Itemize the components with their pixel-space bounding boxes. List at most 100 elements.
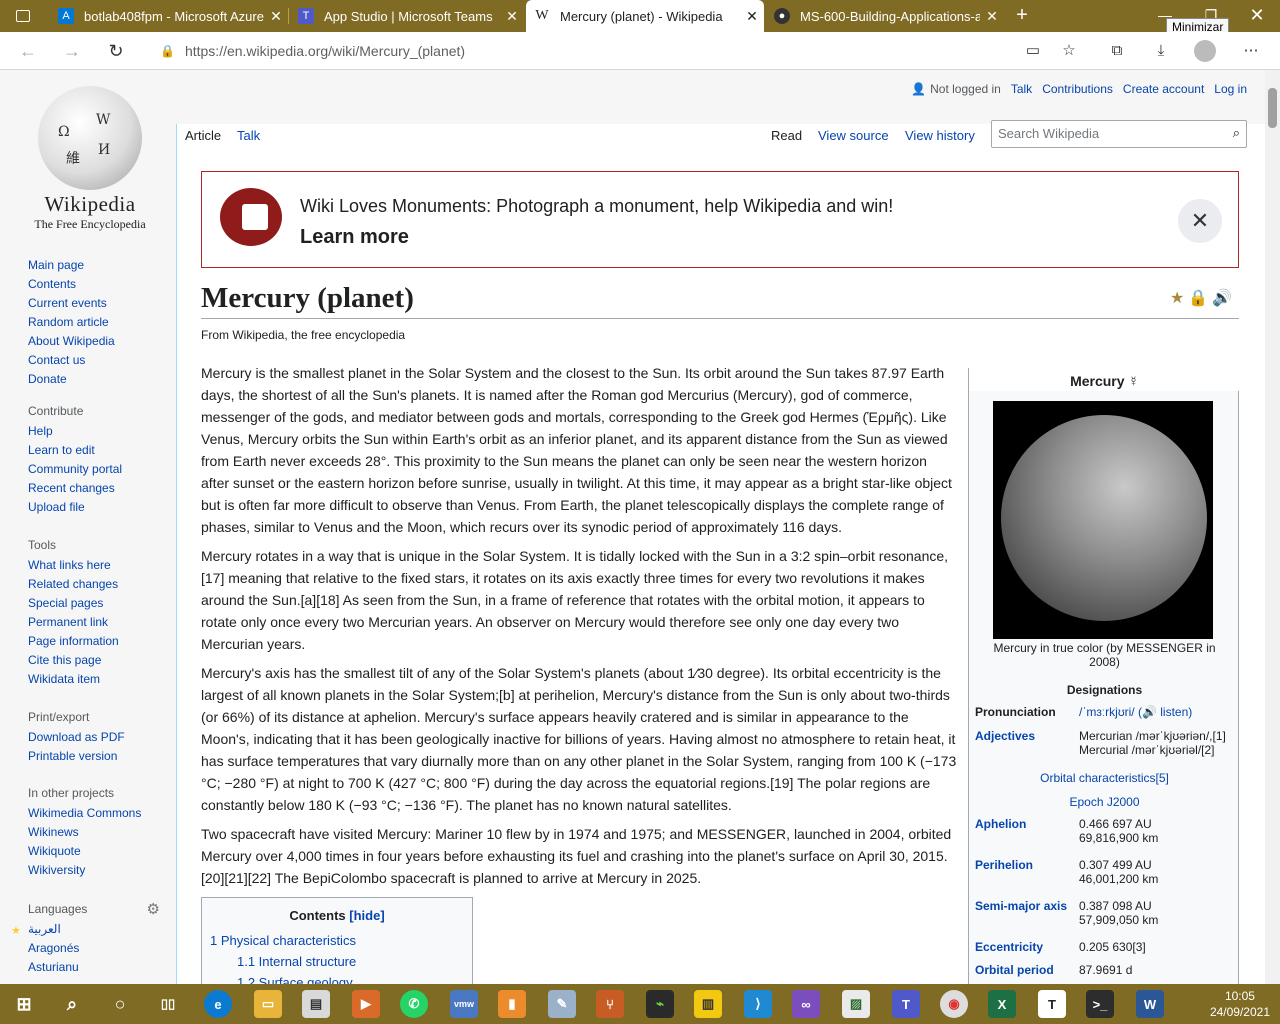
tab-read[interactable]: Read — [767, 126, 806, 154]
toc-hide-link[interactable]: [hide] — [349, 908, 384, 923]
row-label[interactable]: Semi-major axis — [975, 899, 1079, 927]
git-icon[interactable]: ⑂ — [596, 990, 624, 1018]
settings-menu-icon[interactable]: ⋯ — [1240, 40, 1262, 62]
talk-link[interactable]: Talk — [1011, 82, 1032, 96]
close-tab-icon[interactable]: ✕ — [980, 8, 1004, 25]
close-tab-icon[interactable]: ✕ — [264, 8, 288, 25]
reader-view-icon[interactable]: ▭ — [1022, 40, 1044, 62]
close-window-button[interactable]: ✕ — [1234, 0, 1280, 32]
tab-talk[interactable]: Talk — [233, 126, 264, 154]
refresh-button[interactable]: ↻ — [102, 38, 130, 64]
command-prompt-icon[interactable]: >_ — [1086, 990, 1114, 1018]
sidebar-link[interactable]: What links here — [28, 556, 119, 575]
toc-item[interactable]: 1 Physical characteristics — [210, 933, 356, 948]
forward-button[interactable]: → — [58, 38, 86, 64]
sidebar-link[interactable]: Learn to edit — [28, 441, 122, 460]
sidebar-link[interactable]: Random article — [28, 313, 115, 332]
search-icon[interactable]: ⌕ — [58, 990, 86, 1018]
sidebar-link[interactable]: Wikiversity — [28, 861, 141, 880]
tab-view-source[interactable]: View source — [814, 126, 893, 154]
login-link[interactable]: Log in — [1214, 82, 1247, 96]
vscode-icon[interactable]: ⟩ — [744, 990, 772, 1018]
row-value[interactable]: /ˈmɜːrkjʊri/ (🔊 listen) — [1079, 705, 1234, 719]
sidebar-link[interactable]: Upload file — [28, 498, 122, 517]
sidebar-link[interactable]: Current events — [28, 294, 115, 313]
sidebar-link[interactable]: Download as PDF — [28, 728, 125, 747]
sidebar-link[interactable]: Aragonés — [28, 939, 160, 958]
sidebar-link[interactable]: Recent changes — [28, 479, 122, 498]
row-label[interactable]: Orbital period — [975, 963, 1079, 977]
sidebar-link[interactable]: Cite this page — [28, 651, 119, 670]
visual-studio-icon[interactable]: ∞ — [792, 990, 820, 1018]
sidebar-link[interactable]: Wikinews — [28, 823, 141, 842]
media-player-icon[interactable]: ▶ — [352, 990, 380, 1018]
sidebar-link[interactable]: Contents — [28, 275, 115, 294]
sidebar-link[interactable]: Wikiquote — [28, 842, 141, 861]
downloads-icon[interactable]: ⤓ — [1150, 40, 1172, 62]
address-bar[interactable]: 🔒 https://en.wikipedia.org/wiki/Mercury_… — [146, 37, 1006, 65]
sidebar-link[interactable]: Page information — [28, 632, 119, 651]
sidebar-link[interactable]: Asturianu — [28, 958, 160, 977]
back-button[interactable]: ← — [14, 38, 42, 64]
system-clock[interactable]: 10:05 24/09/2021 — [1210, 988, 1270, 1020]
sidebar-link[interactable]: Main page — [28, 256, 115, 275]
mercury-image[interactable] — [993, 401, 1213, 639]
sidebar-link[interactable]: العربية — [28, 920, 160, 939]
whatsapp-icon[interactable]: ✆ — [400, 990, 428, 1018]
tab-actions-button[interactable] — [8, 0, 32, 32]
contributions-link[interactable]: Contributions — [1042, 82, 1113, 96]
protection-lock-icon[interactable]: 🔒 — [1188, 290, 1212, 307]
close-banner-button[interactable]: ✕ — [1178, 199, 1222, 243]
close-tab-icon[interactable]: ✕ — [740, 8, 764, 25]
store-icon[interactable]: ▤ — [302, 990, 330, 1018]
sidebar-link[interactable]: Help — [28, 422, 122, 441]
sidebar-link[interactable]: Contact us — [28, 351, 115, 370]
sidebar-link[interactable]: Wikimedia Commons — [28, 804, 141, 823]
tab-view-history[interactable]: View history — [901, 126, 979, 154]
sidebar-link[interactable]: Donate — [28, 370, 115, 389]
row-label[interactable]: Aphelion — [975, 817, 1079, 845]
tab-teams[interactable]: T App Studio | Microsoft Teams ✕ — [290, 0, 524, 32]
gear-icon[interactable]: ⚙ — [147, 900, 160, 918]
create-account-link[interactable]: Create account — [1123, 82, 1204, 96]
power-bi-icon[interactable]: ▥ — [694, 990, 722, 1018]
epoch-link[interactable]: Epoch J2000 — [969, 795, 1240, 809]
sidebar-link[interactable]: About Wikipedia — [28, 332, 115, 351]
new-tab-button[interactable]: + — [1010, 4, 1034, 28]
featured-star-icon[interactable]: ★ — [1170, 290, 1188, 307]
search-icon[interactable]: ⌕ — [1233, 125, 1240, 141]
audio-icon[interactable]: 🔊 — [1212, 290, 1236, 307]
paint-icon[interactable]: ✎ — [548, 990, 576, 1018]
page-scrollbar[interactable] — [1265, 70, 1280, 984]
tab-azure[interactable]: A botlab408fpm - Microsoft Azure ✕ — [50, 0, 288, 32]
tab-article[interactable]: Article — [181, 126, 225, 154]
sidebar-link[interactable]: Permanent link — [28, 613, 119, 632]
teams-taskbar-icon[interactable]: T — [892, 990, 920, 1018]
tab-github[interactable]: ● MS-600-Building-Applications-a ✕ — [766, 0, 1004, 32]
file-explorer-icon[interactable]: ▭ — [254, 990, 282, 1018]
sidebar-link[interactable]: Wikidata item — [28, 670, 119, 689]
tab-wikipedia[interactable]: W Mercury (planet) - Wikipedia ✕ — [526, 0, 764, 32]
photos-icon[interactable]: ▨ — [842, 990, 870, 1018]
bookmark-app-icon[interactable]: ▮ — [498, 990, 526, 1018]
scrollbar-thumb[interactable] — [1268, 88, 1277, 128]
task-view-icon[interactable]: ▯▯ — [154, 990, 182, 1018]
row-label[interactable]: Eccentricity — [975, 940, 1079, 954]
learn-more-link[interactable]: Learn more — [300, 226, 409, 249]
edge-icon[interactable]: e — [204, 990, 232, 1018]
close-tab-icon[interactable]: ✕ — [500, 8, 524, 25]
typora-icon[interactable]: T — [1038, 990, 1066, 1018]
wikipedia-logo[interactable]: ΩWИ維 Wikipedia The Free Encyclopedia — [28, 86, 152, 232]
word-icon[interactable]: W — [1136, 990, 1164, 1018]
add-favorite-icon[interactable]: ☆ — [1058, 40, 1080, 62]
collections-icon[interactable]: ⧉ — [1106, 40, 1128, 62]
excel-icon[interactable]: X — [988, 990, 1016, 1018]
search-input[interactable]: Search Wikipedia ⌕ — [991, 120, 1247, 148]
toc-item[interactable]: 1.2 Surface geology — [237, 975, 353, 984]
row-label[interactable]: Perihelion — [975, 858, 1079, 886]
row-label[interactable]: Adjectives — [975, 729, 1079, 757]
orbital-heading[interactable]: Orbital characteristics[5] — [969, 771, 1240, 785]
sidebar-link[interactable]: Printable version — [28, 747, 125, 766]
sidebar-link[interactable]: Related changes — [28, 575, 119, 594]
vmware-icon[interactable]: vmw — [450, 990, 478, 1018]
